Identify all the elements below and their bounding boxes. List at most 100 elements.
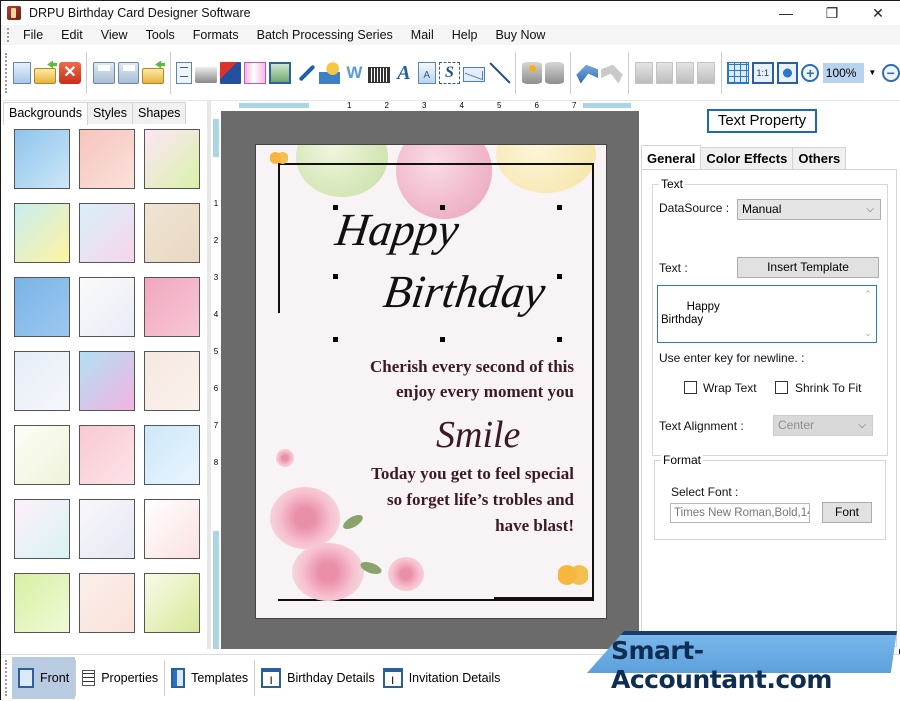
background-thumbnail-green-stripes[interactable] [14,573,70,633]
background-thumbnail-garden[interactable] [144,573,200,633]
menu-help[interactable]: Help [443,25,487,45]
tab-others[interactable]: Others [792,147,847,169]
background-thumbnail-pink-birthday[interactable] [144,277,200,337]
resize-handle[interactable] [440,337,445,342]
background-thumbnail-sky-clouds[interactable] [14,129,70,189]
zoom-out-icon[interactable]: − [881,63,900,82]
tab-backgrounds[interactable]: Backgrounds [3,102,88,125]
signature-icon[interactable]: S [438,61,461,84]
background-thumbnail-balloon-bunches[interactable] [79,499,135,559]
datasource-select[interactable]: Manual ⌵ [737,199,881,220]
copy-icon[interactable] [655,61,674,84]
zoom-in-icon[interactable]: + [801,63,820,82]
card-text-line5[interactable]: have blast! [495,516,574,536]
menu-file[interactable]: File [14,25,52,45]
background-thumbnail-bird-balloons[interactable] [144,203,200,263]
font-field[interactable]: Times New Roman,Bold,14.0 [670,503,810,523]
templates-button[interactable]: Templates [165,657,254,699]
font-button[interactable]: Font [822,502,872,523]
resize-handle[interactable] [557,337,562,342]
text-input[interactable]: Happy Birthday ⌃ ⌄ [657,285,877,343]
close-icon[interactable]: ✕ [59,61,81,84]
undo-icon[interactable] [576,64,599,84]
resize-handle[interactable] [333,337,338,342]
card-text-line1[interactable]: Cherish every second of this [370,357,574,377]
mail-icon[interactable] [463,67,486,82]
resize-handle[interactable] [333,274,338,279]
delete-icon[interactable] [697,61,716,84]
tab-color-effects[interactable]: Color Effects [700,147,794,169]
menu-tools[interactable]: Tools [137,25,184,45]
shapes-icon[interactable] [318,61,341,84]
resize-handle[interactable] [557,274,562,279]
minimize-button[interactable]: — [763,1,809,25]
background-thumbnail-color-balloons[interactable] [144,425,200,485]
tab-styles[interactable]: Styles [86,102,134,124]
print-icon[interactable] [194,66,217,83]
background-thumbnail-winter-scene[interactable] [79,203,135,263]
gift-icon[interactable] [244,61,267,84]
wrap-text-checkbox[interactable] [684,381,697,394]
birthday-card[interactable]: Happy Birthday Cherish every second of t… [255,144,607,619]
tab-general[interactable]: General [641,145,702,169]
page-setup-icon[interactable] [176,61,192,84]
background-thumbnail-pink-hearts-stripes[interactable] [79,425,135,485]
menu-view[interactable]: View [92,25,137,45]
background-thumbnail-pastel-balloons[interactable] [79,277,135,337]
grid-icon[interactable] [727,61,749,84]
background-thumbnail-cakes[interactable] [79,573,135,633]
card-title-birthday[interactable]: Birthday [380,265,548,318]
zoom-dropdown-arrow-icon[interactable]: ▼ [868,68,876,77]
background-thumbnail-butterflies[interactable] [144,129,200,189]
resize-handle[interactable] [440,205,445,210]
birthday-details-button[interactable]: I Birthday Details [255,657,381,699]
barcode-icon[interactable] [368,66,390,83]
background-thumbnail-pink-floral[interactable] [79,129,135,189]
tab-shapes[interactable]: Shapes [132,102,187,124]
menu-formats[interactable]: Formats [184,25,248,45]
export-icon[interactable] [142,67,165,84]
menu-mail[interactable]: Mail [402,25,443,45]
background-thumbnail-daisies[interactable] [14,203,70,263]
shrink-to-fit-checkbox[interactable] [775,381,788,394]
resize-handle[interactable] [557,205,562,210]
close-window-button[interactable]: ✕ [855,1,900,25]
text-input-scrollbar[interactable]: ⌃ ⌄ [862,288,874,340]
scroll-down-icon[interactable]: ⌄ [864,328,872,338]
wordart-icon[interactable]: W [343,62,365,84]
scroll-up-icon[interactable]: ⌃ [864,289,872,299]
card-text-line4[interactable]: so forget life’s trobles and [387,490,574,510]
background-thumbnail-outline-hearts[interactable] [14,499,70,559]
background-thumbnail-teddy[interactable] [144,351,200,411]
card-text-line2[interactable]: enjoy every moment you [396,382,574,402]
resize-handle[interactable] [333,205,338,210]
database-list-icon[interactable] [544,61,565,84]
invitation-details-button[interactable]: I Invitation Details [381,657,507,699]
paste-icon[interactable] [676,61,695,84]
redo-icon[interactable] [601,64,623,84]
card-title-happy[interactable]: Happy [332,203,462,256]
actual-size-icon[interactable]: 1:1 [751,61,774,84]
open-icon[interactable] [34,67,57,84]
insert-image-icon[interactable] [269,61,291,84]
menu-batch-processing-series[interactable]: Batch Processing Series [248,25,402,45]
fit-window-icon[interactable] [776,61,799,84]
background-thumbnail-happy-birthday[interactable] [14,425,70,485]
menu-buy-now[interactable]: Buy Now [486,25,554,45]
text-icon[interactable]: A [393,62,415,84]
save-as-icon[interactable] [117,61,140,84]
properties-button[interactable]: Properties [76,657,164,699]
new-icon[interactable] [13,61,32,84]
cut-icon[interactable] [634,61,653,84]
design-canvas[interactable]: Happy Birthday Cherish every second of t… [221,111,639,649]
restore-button[interactable]: ❐ [809,1,855,25]
database-icon[interactable] [521,61,542,84]
background-thumbnail-rainbow[interactable] [79,351,135,411]
card-text-smile[interactable]: Smile [436,413,520,457]
background-thumbnail-red-hearts[interactable] [144,499,200,559]
front-button[interactable]: Front [12,657,76,699]
line-icon[interactable] [488,62,510,84]
insert-template-button[interactable]: Insert Template [737,257,879,278]
text-document-icon[interactable]: A [417,61,436,84]
background-thumbnail-stars-blue[interactable] [14,277,70,337]
